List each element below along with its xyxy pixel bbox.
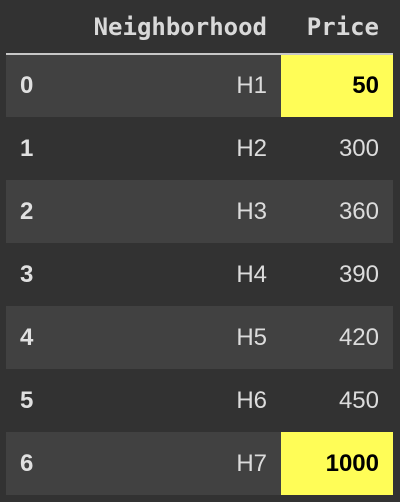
table-header: Neighborhood Price bbox=[6, 0, 393, 55]
dataframe-table: Neighborhood Price 0 H1 50 1 H2 300 2 H3… bbox=[6, 0, 393, 495]
neighborhood-cell: H4 bbox=[236, 260, 267, 288]
price-cell-highlighted: 50 bbox=[281, 54, 393, 117]
table-row: 2 H3 360 bbox=[6, 180, 393, 243]
table-row: 0 H1 50 bbox=[6, 54, 393, 117]
index-column-header bbox=[6, 0, 48, 55]
row-index: 4 bbox=[20, 323, 34, 351]
price-cell-highlighted: 1000 bbox=[281, 432, 393, 495]
table-row: 6 H7 1000 bbox=[6, 432, 393, 495]
row-index: 0 bbox=[20, 72, 34, 99]
dataframe-output: Neighborhood Price 0 H1 50 1 H2 300 2 H3… bbox=[0, 0, 400, 502]
price-column-header: Price bbox=[281, 0, 393, 55]
price-cell: 300 bbox=[338, 134, 379, 162]
neighborhood-cell: H2 bbox=[236, 134, 267, 162]
price-cell: 420 bbox=[338, 323, 379, 351]
price-cell: 360 bbox=[338, 197, 379, 225]
table-row: 1 H2 300 bbox=[6, 117, 393, 180]
row-index: 3 bbox=[20, 260, 34, 288]
row-index: 6 bbox=[20, 449, 34, 477]
table-row: 5 H6 450 bbox=[6, 369, 393, 432]
neighborhood-cell: H3 bbox=[236, 197, 267, 225]
row-index: 1 bbox=[20, 134, 34, 162]
neighborhood-cell: H6 bbox=[236, 386, 267, 414]
table-row: 3 H4 390 bbox=[6, 243, 393, 306]
table-body: 0 H1 50 1 H2 300 2 H3 360 3 H4 390 4 H5 bbox=[6, 54, 393, 495]
row-index: 5 bbox=[20, 386, 34, 414]
table-row: 4 H5 420 bbox=[6, 306, 393, 369]
price-cell: 390 bbox=[338, 260, 379, 288]
neighborhood-cell: H7 bbox=[236, 449, 267, 477]
header-row: Neighborhood Price bbox=[6, 0, 393, 55]
neighborhood-cell: H1 bbox=[236, 72, 267, 99]
neighborhood-column-header: Neighborhood bbox=[48, 0, 281, 55]
neighborhood-cell: H5 bbox=[236, 323, 267, 351]
price-cell: 450 bbox=[338, 386, 379, 414]
row-index: 2 bbox=[20, 197, 34, 225]
